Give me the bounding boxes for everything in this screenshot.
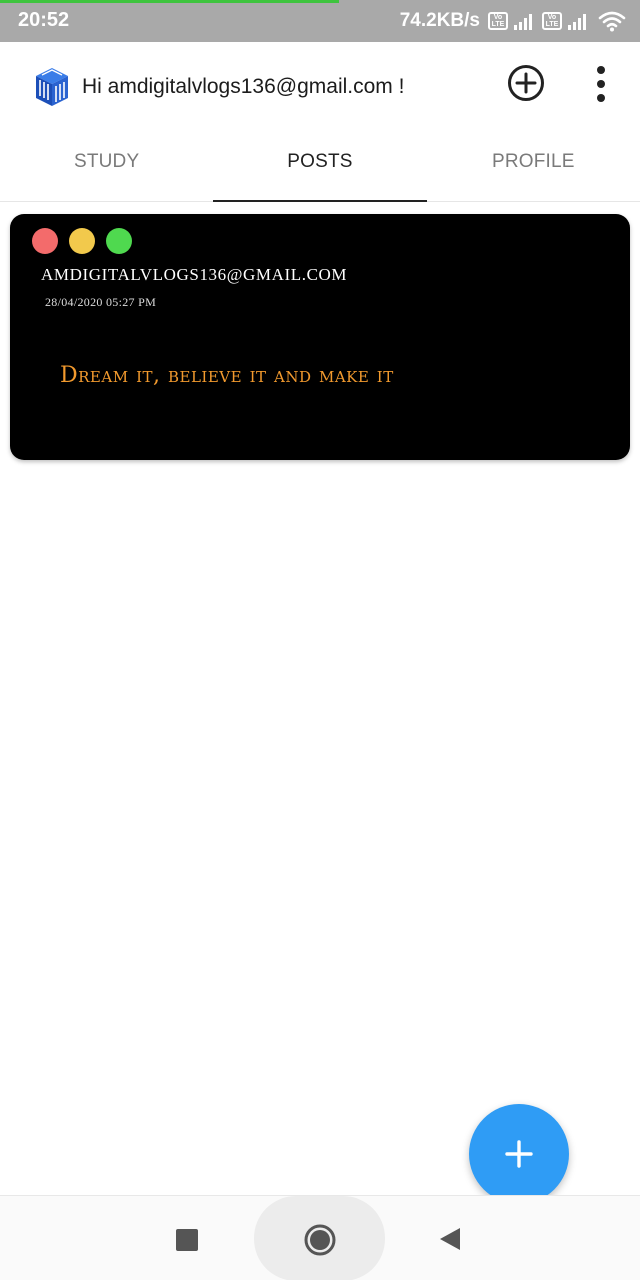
tab-study[interactable]: STUDY [0,134,213,201]
post-message: Dream it, believe it and make it [60,363,394,388]
more-vert-icon[interactable] [586,64,616,104]
system-nav-bar [0,1195,640,1280]
signal-icon [568,12,586,30]
recents-square-icon[interactable] [176,1229,198,1251]
tab-profile[interactable]: PROFILE [427,134,640,201]
status-time: 20:52 [18,9,70,31]
signal-icon [514,12,532,30]
screen: 20:52 74.2KB/s Vo LTE Vo LTE Hi amdigita… [0,0,640,1280]
plus-circle-icon[interactable] [507,64,545,102]
tab-posts[interactable]: POSTS [213,134,427,202]
status-icons: 74.2KB/s Vo LTE Vo LTE [400,8,626,34]
green-dot-icon [106,228,132,254]
volte-icon: Vo LTE [488,12,508,30]
app-header: Hi amdigitalvlogs136@gmail.com ! [0,42,640,134]
red-dot-icon [32,228,58,254]
post-card[interactable]: AMDIGITALVLOGS136@GMAIL.COM 28/04/2020 0… [10,214,630,460]
page-load-progress [0,0,340,3]
add-post-button[interactable] [469,1104,569,1204]
home-circle-icon[interactable] [302,1222,338,1258]
volte-icon: Vo LTE [542,12,562,30]
post-author: AMDIGITALVLOGS136@GMAIL.COM [41,265,348,284]
plus-icon [505,1140,533,1168]
yellow-dot-icon [69,228,95,254]
network-speed: 74.2KB/s [399,10,480,31]
wifi-icon [598,11,626,32]
app-logo-icon [36,68,68,106]
greeting-text: Hi amdigitalvlogs136@gmail.com ! [82,75,405,98]
tab-bar: STUDY POSTS PROFILE [0,134,640,202]
status-bar: 20:52 74.2KB/s Vo LTE Vo LTE [0,0,640,42]
back-triangle-icon[interactable] [438,1226,462,1252]
post-date: 28/04/2020 05:27 PM [45,295,157,309]
